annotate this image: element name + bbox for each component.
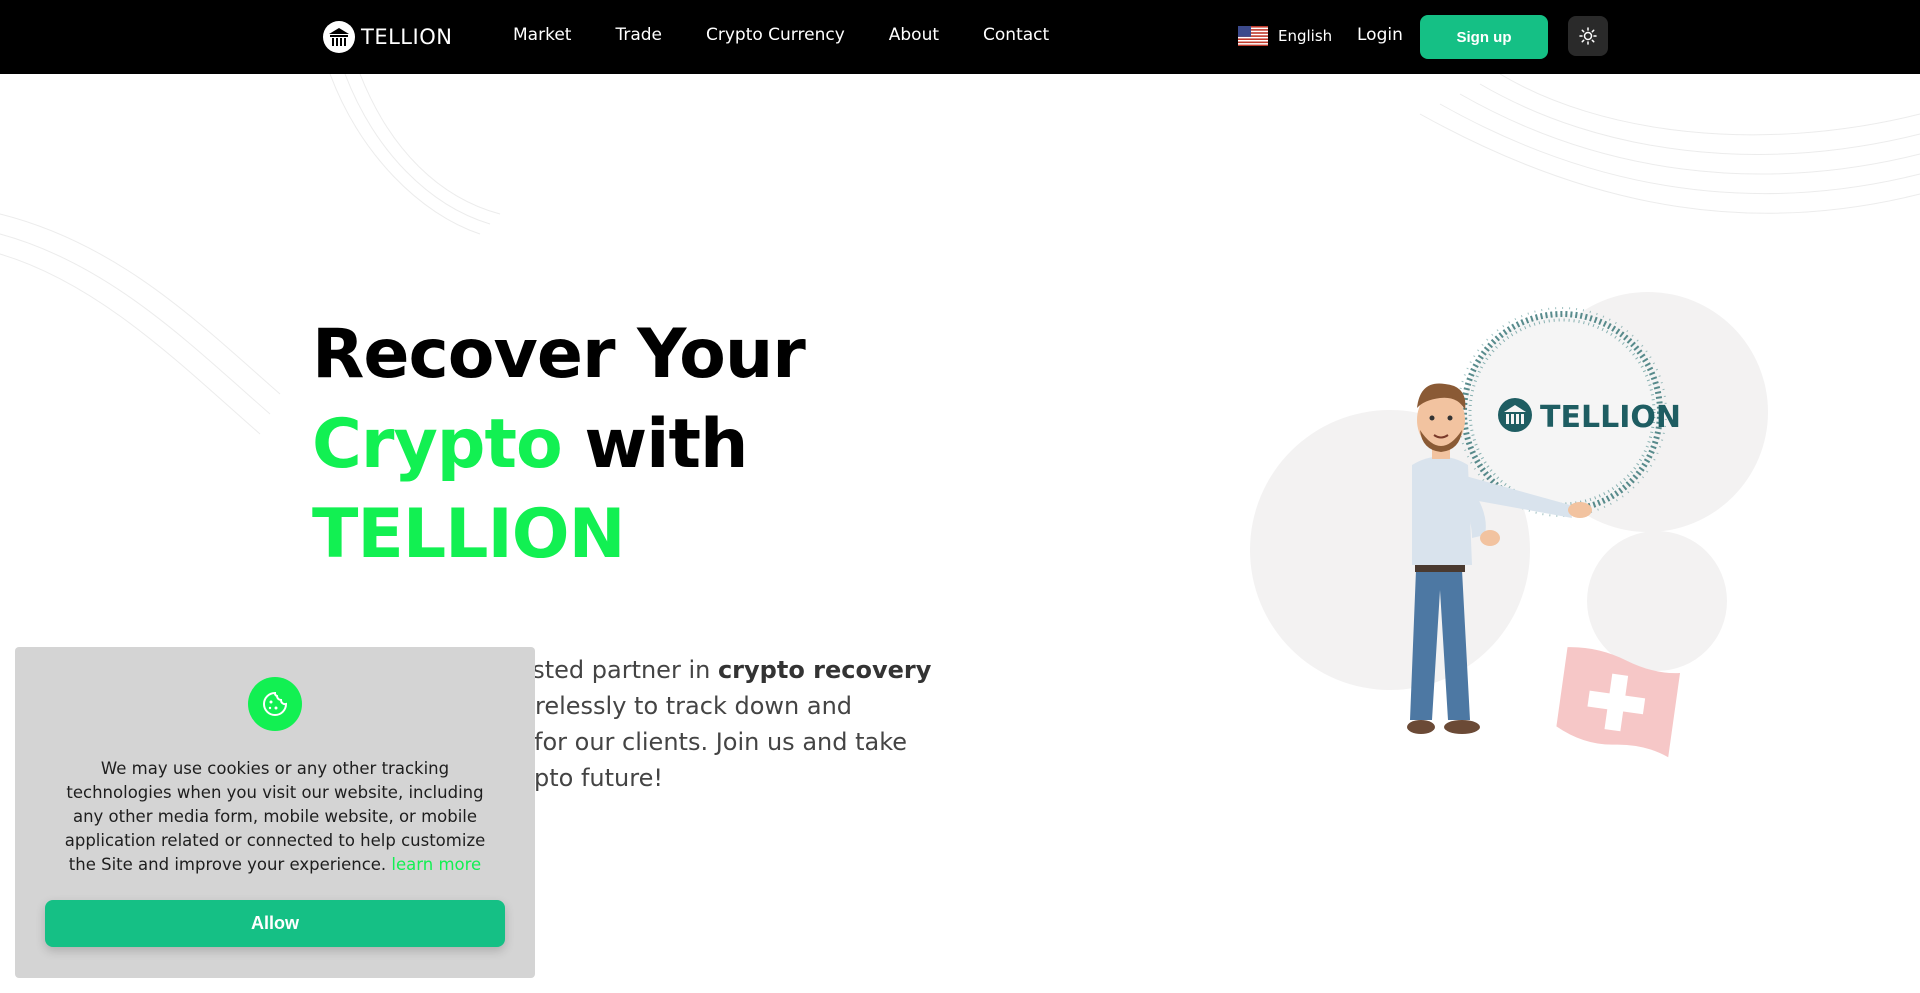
nav-link-trade[interactable]: Trade [615,25,662,45]
us-flag-icon [1238,26,1268,46]
navbar: TELLION Market Trade Crypto Currency Abo… [0,0,1920,74]
sun-icon [1579,27,1597,45]
cookie-message: We may use cookies or any other tracking… [55,757,495,877]
nav-links: Market Trade Crypto Currency About Conta… [513,25,1093,45]
hero-illustration: TELLION [1250,292,1768,758]
signup-button[interactable]: Sign up [1420,15,1548,59]
illustration-logo-text: TELLION [1540,400,1681,435]
language-label: English [1278,27,1333,45]
theme-toggle-button[interactable] [1568,16,1608,56]
nav-link-about[interactable]: About [889,25,939,45]
nav-link-crypto-currency[interactable]: Crypto Currency [706,25,845,45]
nav-link-market[interactable]: Market [513,25,571,45]
hero-title-brand: TELLION [312,495,626,574]
hero-title-with: with [561,405,748,484]
hero-title-line1: Recover Your [312,315,806,394]
brand-name: TELLION [361,25,453,49]
cookie-banner: We may use cookies or any other tracking… [15,647,535,978]
allow-cookies-button[interactable]: Allow [45,900,505,947]
illustration-pillar-icon [1498,398,1532,432]
hero-desc-bold: crypto recovery [717,656,932,684]
hero-title-accent: Crypto [312,405,563,484]
login-link[interactable]: Login [1357,25,1403,45]
language-selector[interactable]: English [1238,26,1332,46]
brand-logo-link[interactable]: TELLION [323,20,452,54]
learn-more-link[interactable]: learn more [391,855,481,874]
page: TELLION Market Trade Crypto Currency Abo… [0,0,1920,993]
pillar-logo-icon [323,21,355,53]
hero-title: Recover Your Crypto with TELLION [312,310,1012,580]
cookie-icon [248,677,302,731]
nav-link-contact[interactable]: Contact [983,25,1049,45]
hero-desc-line1: usted partner in [517,656,718,684]
